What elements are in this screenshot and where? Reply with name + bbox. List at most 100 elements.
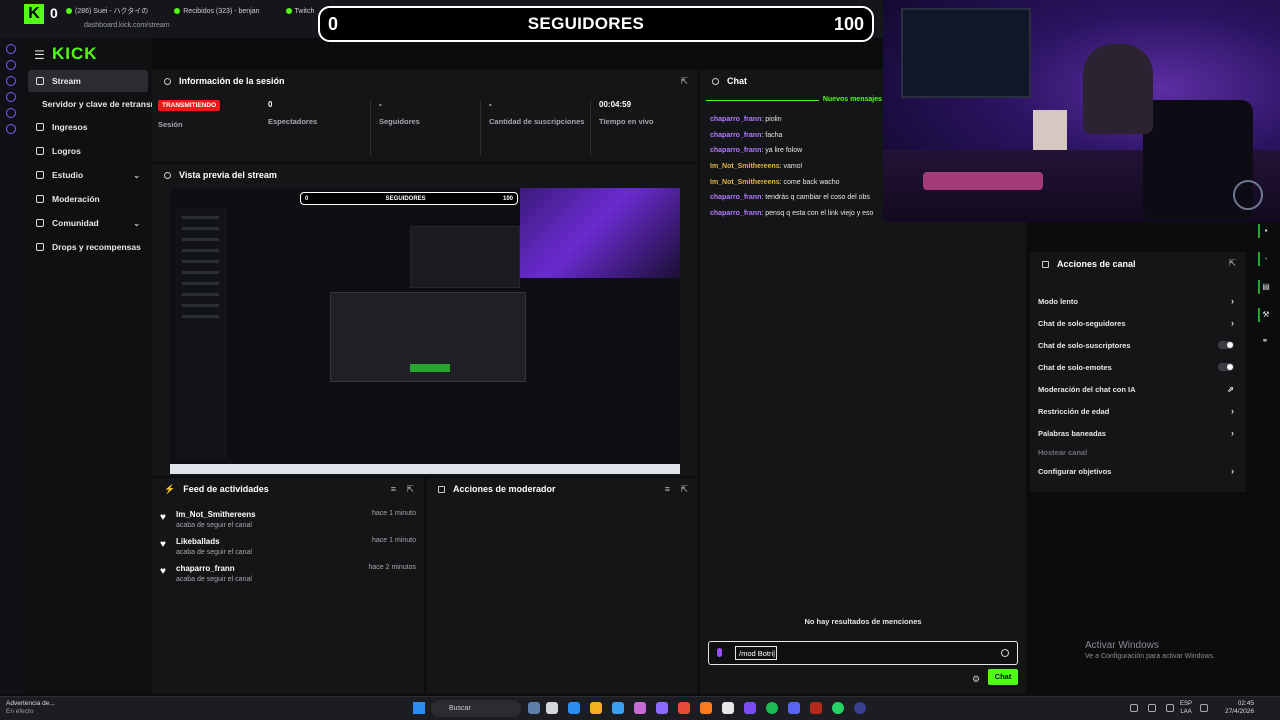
taskbar-app-icon[interactable] — [700, 702, 712, 714]
chat-username[interactable]: chaparro_frann — [710, 147, 761, 154]
activation-subtitle: Ve a Configuración para activar Windows. — [1085, 653, 1215, 660]
tray-app-icon[interactable] — [1148, 704, 1156, 712]
channel-action-ai-moderation[interactable]: Moderación del chat con IA ⇗ — [1038, 380, 1238, 398]
side-app-icon[interactable] — [6, 60, 16, 70]
taskbar-search[interactable]: Buscar — [431, 700, 521, 717]
tray-app-icon[interactable] — [1166, 704, 1174, 712]
activity-user[interactable]: chaparro_frann — [176, 564, 235, 573]
chevron-right-icon: › — [1231, 466, 1234, 476]
sidebar-item-moderacion[interactable]: Moderación — [28, 188, 148, 210]
expand-icon[interactable]: ⇱ — [1228, 258, 1236, 269]
activity-user[interactable]: Likeballads — [176, 537, 220, 546]
heart-icon: ♥ — [160, 512, 166, 523]
chat-input-box[interactable] — [708, 641, 1018, 665]
wrench-icon[interactable]: ⚒ — [1258, 308, 1272, 322]
chat-username[interactable]: chaparro_frann — [710, 116, 761, 123]
taskbar-app-icon[interactable] — [678, 702, 690, 714]
heart-icon: ♥ — [160, 566, 166, 577]
browser-tab[interactable]: Twitch — [280, 4, 321, 18]
expand-icon[interactable]: ⇱ — [406, 484, 414, 495]
wifi-icon[interactable] — [1200, 704, 1208, 712]
taskbar-app-icon[interactable] — [590, 702, 602, 714]
sidebar-item-stream[interactable]: Stream — [28, 70, 148, 92]
sidebar-item-estudio[interactable]: Estudio ⌄ — [28, 164, 148, 186]
taskbar-app-icon[interactable] — [832, 702, 844, 714]
taskbar-app-icon[interactable] — [568, 702, 580, 714]
tray-chevron-icon[interactable] — [1130, 704, 1138, 712]
taskbar-app-icon[interactable] — [744, 702, 756, 714]
chat-username[interactable]: chaparro_frann — [710, 132, 761, 139]
side-app-icon[interactable] — [6, 44, 16, 54]
chat-text: facha — [765, 132, 783, 139]
sidebar-item-comunidad[interactable]: Comunidad ⌄ — [28, 212, 148, 234]
chat-send-button[interactable]: Chat — [988, 669, 1018, 685]
chat-username[interactable]: Im_Not_Smithereens — [710, 163, 780, 170]
taskbar-clock[interactable]: 02:45 27/4/2026 — [1225, 700, 1254, 716]
windows-taskbar: Advertencia de... En efecto Buscar ESP L… — [0, 696, 1280, 720]
kick-emote-icon[interactable] — [717, 648, 722, 657]
channel-action-goals[interactable]: Configurar objetivos › — [1038, 462, 1238, 480]
sidebar-item-ingresos[interactable]: Ingresos — [28, 116, 148, 138]
taskbar-app-icon[interactable] — [788, 702, 800, 714]
windows-start-icon[interactable] — [413, 702, 425, 714]
taskbar-widget[interactable]: Advertencia de... En efecto — [6, 700, 55, 716]
side-app-icon[interactable] — [6, 92, 16, 102]
sidebar-item-logros[interactable]: Logros — [28, 140, 148, 162]
taskbar-app-icon[interactable] — [612, 702, 624, 714]
channel-action-label: Modo lento — [1038, 296, 1078, 306]
chat-input[interactable] — [735, 646, 777, 660]
side-app-icon[interactable] — [6, 108, 16, 118]
filter-icon[interactable]: ≡ — [665, 484, 670, 494]
chat-username[interactable]: chaparro_frann — [710, 194, 761, 201]
taskbar-app-icon[interactable] — [634, 702, 646, 714]
taskbar-app-icon[interactable] — [528, 702, 540, 714]
panel-title: Acciones de moderador — [453, 484, 556, 494]
emoji-icon[interactable] — [1001, 649, 1009, 657]
chat-username[interactable]: Im_Not_Smithereens — [710, 179, 780, 186]
archive-icon[interactable]: ▤ — [1258, 280, 1272, 294]
activity-time: hace 1 minuto — [372, 537, 416, 544]
broadcast-icon[interactable]: ◦ — [1258, 252, 1272, 266]
side-app-icon[interactable] — [6, 76, 16, 86]
side-app-icon[interactable] — [6, 124, 16, 134]
stat-viewers: 0 Espectadores — [260, 100, 368, 156]
taskbar-app-icon[interactable] — [810, 702, 822, 714]
wrench-icon — [36, 195, 44, 203]
taskbar-app-icon[interactable] — [546, 702, 558, 714]
channel-action-slow-mode[interactable]: Modo lento › — [1038, 292, 1238, 310]
language-indicator[interactable]: ESP LAA — [1180, 700, 1192, 716]
stream-preview-video[interactable]: 0 SEGUIDORES 100 — [170, 188, 680, 474]
chat-text: tendrás q cambiar el coso del obs — [765, 194, 870, 201]
webcam-monitor — [901, 8, 1031, 98]
channel-action-banned-words[interactable]: Palabras baneadas › — [1038, 424, 1238, 442]
browser-tab[interactable]: (286) Suei - ハクタイの — [60, 4, 154, 18]
browser-tab[interactable]: Recibidos (323) - benjan — [168, 4, 265, 18]
chat-username[interactable]: chaparro_frann — [710, 210, 761, 217]
channel-actions-panel: Acciones de canal ⇱ Modo lento › Chat de … — [1030, 252, 1246, 492]
expand-icon[interactable]: ⇱ — [680, 484, 688, 495]
taskbar-app-icon[interactable] — [854, 702, 866, 714]
activity-time: hace 1 minuto — [372, 510, 416, 517]
taskbar-app-icon[interactable] — [766, 702, 778, 714]
sidebar-item-drops[interactable]: Drops y recompensas — [28, 236, 148, 258]
toggle-switch[interactable] — [1218, 363, 1234, 371]
taskbar-app-icon[interactable] — [656, 702, 668, 714]
link-icon[interactable]: ⚭ — [1258, 334, 1272, 348]
channel-action-age-restriction[interactable]: Restricción de edad › — [1038, 402, 1238, 420]
filter-icon[interactable]: ≡ — [391, 484, 396, 494]
activity-user[interactable]: Im_Not_Smithereens — [176, 510, 256, 519]
stat-followers: - Seguidores — [370, 100, 478, 156]
goal-title: SEGUIDORES — [527, 14, 645, 33]
chat-bubble-icon[interactable]: ▪ — [1258, 224, 1272, 238]
panel-title: Vista previa del stream — [179, 170, 277, 180]
address-bar[interactable]: dashboard.kick.com/stream — [84, 22, 170, 29]
kick-logo[interactable]: KICK — [52, 44, 98, 64]
tab-label: Twitch — [294, 7, 315, 15]
expand-icon[interactable]: ⇱ — [680, 76, 688, 87]
channel-action-followers-only[interactable]: Chat de solo-seguidores › — [1038, 314, 1238, 332]
taskbar-app-icon[interactable] — [722, 702, 734, 714]
gear-icon[interactable]: ⚙ — [972, 674, 980, 685]
toggle-switch[interactable] — [1218, 341, 1234, 349]
menu-icon[interactable]: ☰ — [34, 48, 45, 62]
chevron-right-icon: › — [1231, 296, 1234, 306]
